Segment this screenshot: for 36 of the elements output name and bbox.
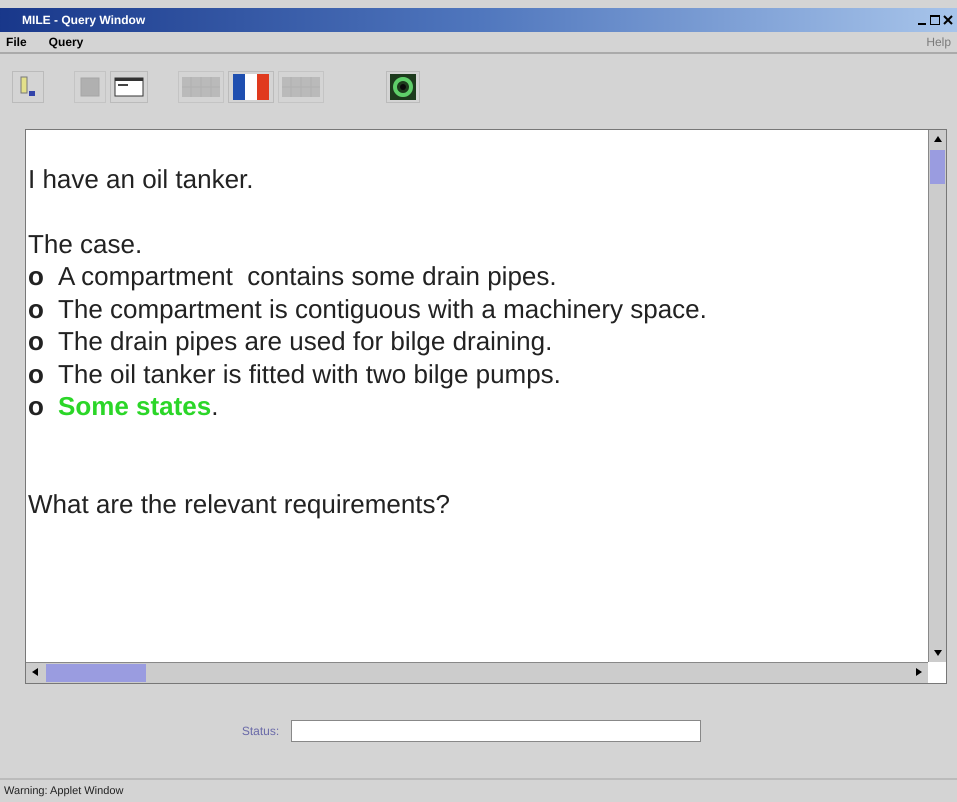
text-line: The case.: [28, 228, 142, 260]
window-title: MILE - Query Window: [22, 12, 146, 27]
text-line: The compartment is contiguous with a machinery space.: [58, 292, 707, 326]
text-line: The oil tanker is fitted with two bilge pumps.: [58, 358, 561, 390]
toolbar-button[interactable]: [12, 71, 44, 104]
up-arrow-icon[interactable]: [934, 136, 942, 142]
recycle-icon: [389, 73, 417, 102]
text-area[interactable]: [26, 130, 928, 662]
bullet-mark: o: [28, 325, 45, 358]
scroll-thumb[interactable]: [930, 150, 945, 184]
text-line: What are the relevant requirements?: [28, 488, 450, 520]
text-line: A compartment contains some drain pipes.: [58, 260, 557, 293]
text-line: The drain pipes are used for bilge draining.: [58, 325, 552, 358]
status-bar: Warning: Applet Window: [0, 778, 957, 802]
menu-item[interactable]: File: [6, 34, 27, 49]
scroll-thumb[interactable]: [46, 664, 146, 682]
status-label: Status:: [242, 724, 280, 738]
close-icon[interactable]: [943, 12, 953, 27]
toolbar-button[interactable]: [228, 71, 274, 104]
menu-item[interactable]: Query: [48, 34, 84, 49]
vertical-scrollbar[interactable]: [928, 130, 946, 662]
toolbar-button[interactable]: [386, 71, 420, 104]
bullet-mark: o: [28, 358, 45, 390]
text-line: I have an oil tanker.: [28, 162, 254, 196]
bullet-mark: o: [28, 390, 45, 423]
bullet-mark: o: [28, 292, 45, 326]
right-arrow-icon[interactable]: [916, 668, 922, 676]
bullet-mark: o: [28, 260, 45, 293]
down-arrow-icon[interactable]: [934, 650, 942, 656]
status-field[interactable]: [291, 720, 702, 742]
text-line: Some states.: [58, 390, 218, 423]
left-arrow-icon[interactable]: [32, 668, 38, 676]
flag-icon: [231, 72, 271, 102]
scrollbar-corner: [928, 662, 946, 684]
horizontal-scrollbar[interactable]: [26, 662, 928, 684]
toolbar-button[interactable]: [110, 71, 148, 104]
